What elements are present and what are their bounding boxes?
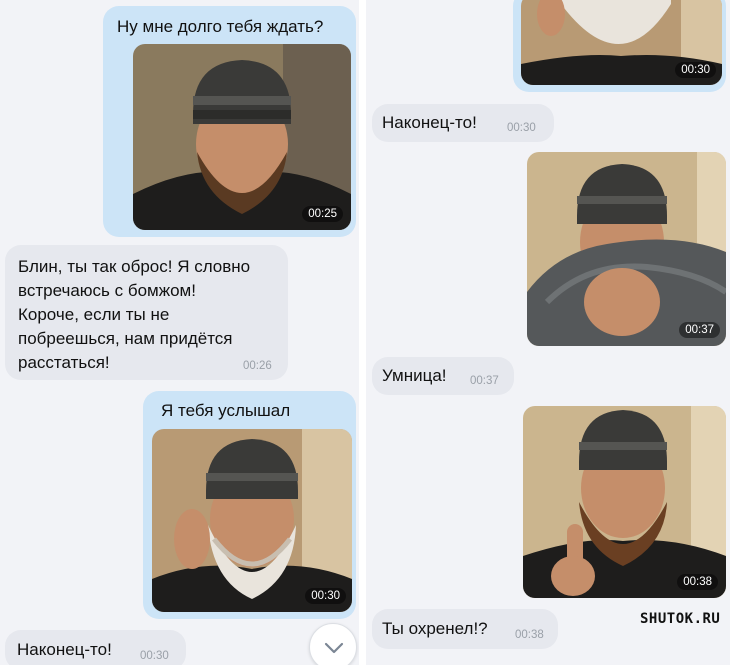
incoming-message[interactable]: Ты охренел!? 00:38 xyxy=(372,609,558,649)
photo-timestamp: 00:38 xyxy=(677,574,718,590)
photo-image xyxy=(523,406,726,598)
message-timestamp: 00:26 xyxy=(243,360,272,372)
incoming-message[interactable]: Блин, ты так оброс! Я словно встречаюсь … xyxy=(5,245,288,380)
photo-image xyxy=(527,152,726,346)
photo-timestamp: 00:30 xyxy=(305,588,346,604)
photo-image xyxy=(133,44,351,230)
chevron-down-icon xyxy=(324,642,344,654)
message-photo[interactable]: 00:25 xyxy=(133,44,351,230)
watermark: SHUTOK.RU xyxy=(640,611,721,627)
message-text: Я тебя услышал xyxy=(161,401,291,420)
message-text: Умница! xyxy=(382,366,447,385)
message-timestamp: 00:38 xyxy=(515,629,544,641)
outgoing-message[interactable]: Ну мне долго тебя ждать? 00:25 xyxy=(103,6,356,237)
photo-timestamp: 00:37 xyxy=(679,322,720,338)
message-timestamp: 00:37 xyxy=(470,375,499,387)
message-photo[interactable]: 00:30 xyxy=(152,429,352,612)
message-text: Наконец-то! xyxy=(382,113,477,132)
incoming-message[interactable]: Наконец-то! 00:30 xyxy=(372,104,554,142)
message-line-3: Короче, если ты не xyxy=(18,305,170,324)
incoming-message[interactable]: Умница! 00:37 xyxy=(372,357,514,395)
message-photo[interactable]: 00:30 xyxy=(521,0,722,85)
photo-timestamp: 00:30 xyxy=(675,62,716,78)
scroll-down-button[interactable] xyxy=(309,623,357,665)
message-line-1: Блин, ты так оброс! Я словно xyxy=(18,257,251,276)
message-line-2: встречаюсь с бомжом! xyxy=(18,281,196,300)
message-text: Наконец-то! xyxy=(17,640,112,659)
message-timestamp: 00:30 xyxy=(140,650,169,662)
message-photo[interactable]: 00:37 xyxy=(527,152,726,346)
chat-panel-left: Ну мне долго тебя ждать? 00:25 Блин, ты … xyxy=(0,0,361,665)
outgoing-message[interactable]: Я тебя услышал 00:30 xyxy=(143,391,356,619)
message-text: Ну мне долго тебя ждать? xyxy=(117,17,324,36)
photo-timestamp: 00:25 xyxy=(302,206,343,222)
message-line-5: расстаться! xyxy=(18,353,110,372)
message-timestamp: 00:30 xyxy=(507,122,536,134)
incoming-message[interactable]: Наконец-то! 00:30 xyxy=(5,630,186,665)
chat-panel-right: 00:30 Наконец-то! 00:30 00:37 Умница! 00… xyxy=(366,0,730,665)
message-photo[interactable]: 00:38 xyxy=(523,406,726,598)
message-text: Ты охренел!? xyxy=(382,619,488,638)
message-line-4: побреешься, нам придётся xyxy=(18,329,233,348)
photo-image xyxy=(152,429,352,612)
outgoing-message[interactable]: 00:30 xyxy=(513,0,726,92)
